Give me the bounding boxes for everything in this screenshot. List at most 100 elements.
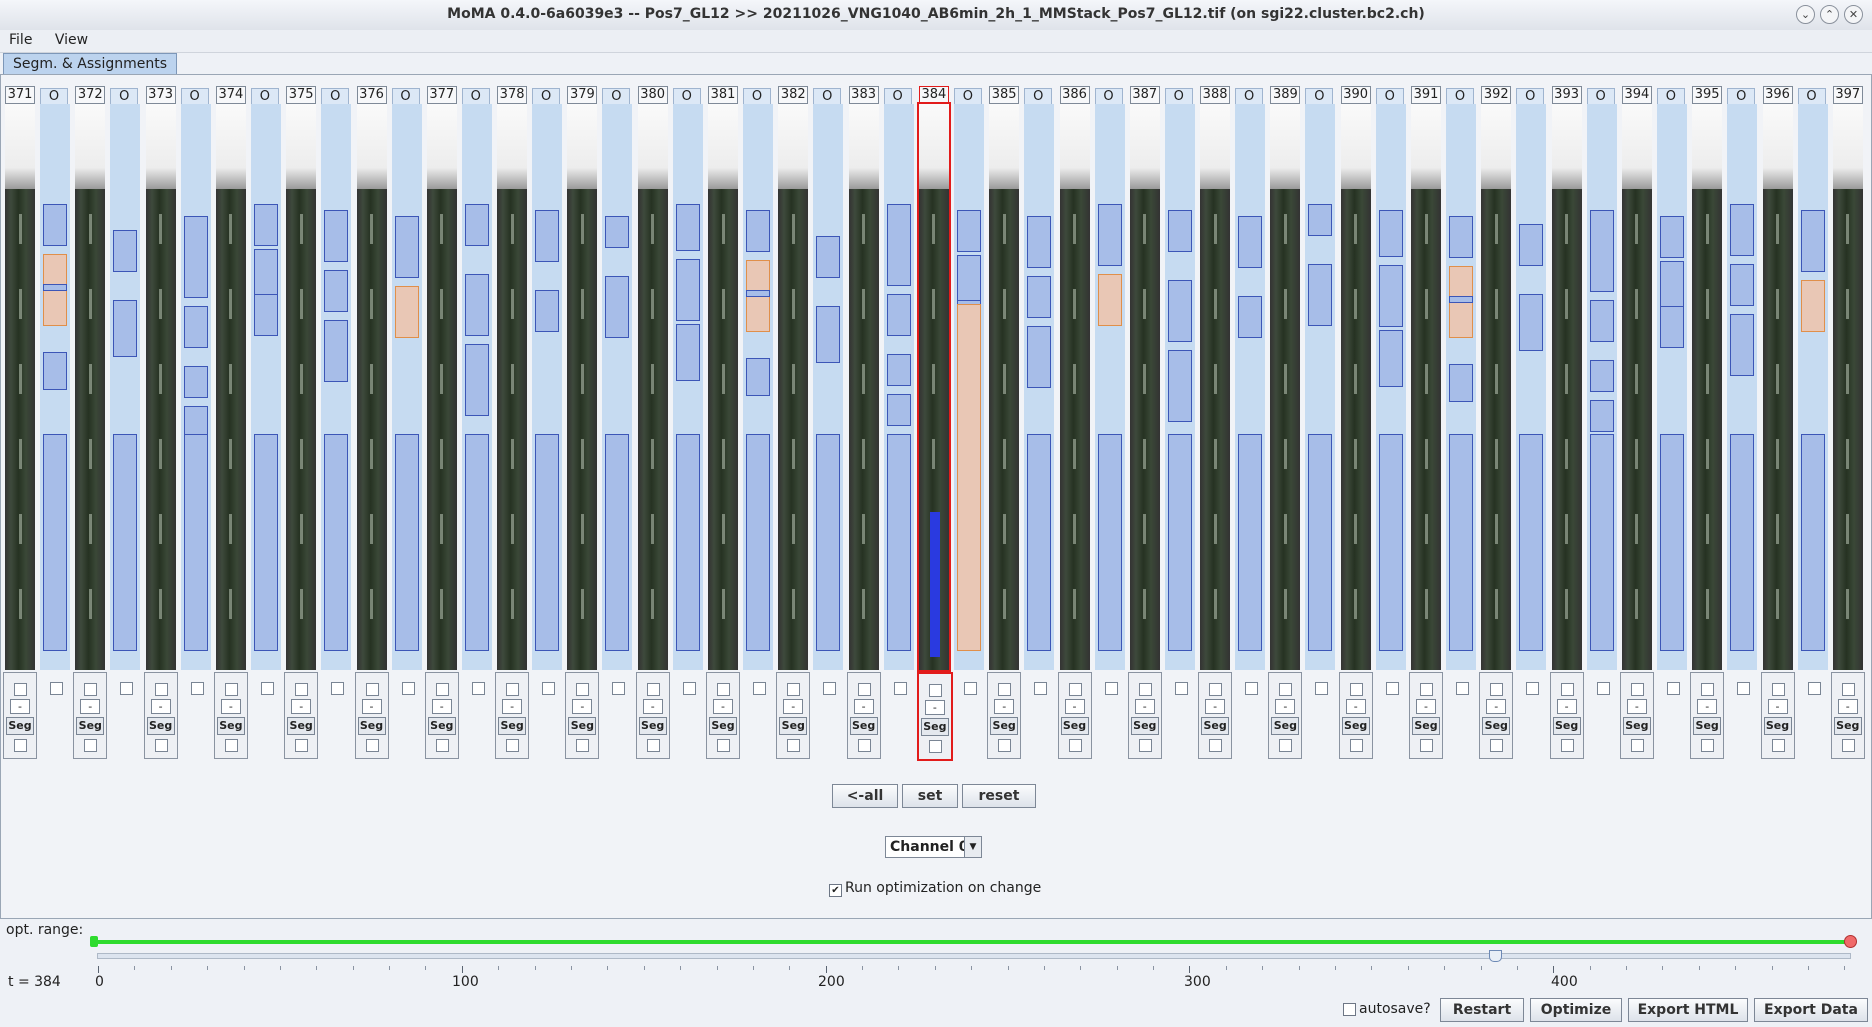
segment-hypothesis[interactable]: [816, 434, 841, 651]
frame-lock-checkbox[interactable]: [928, 740, 942, 753]
frame-lock-checkbox[interactable]: [14, 739, 27, 752]
segment-hypothesis[interactable]: [1730, 434, 1755, 651]
assignment-panel[interactable]: [180, 104, 211, 670]
frame-checkbox[interactable]: [1771, 683, 1785, 696]
assignment-checkbox[interactable]: [1807, 682, 1821, 695]
assignment-panel[interactable]: [953, 104, 984, 670]
assignment-panel[interactable]: [602, 104, 633, 670]
range-end-handle[interactable]: [1844, 935, 1857, 948]
frame-checkbox[interactable]: [435, 683, 449, 696]
segment-hypothesis[interactable]: [1238, 296, 1263, 338]
frame-image[interactable]: [708, 104, 738, 670]
segment-count-field[interactable]: -: [572, 699, 593, 714]
assignment-checkbox[interactable]: [471, 682, 485, 695]
segment-hypothesis[interactable]: [324, 210, 349, 262]
frame-image[interactable]: [215, 104, 246, 670]
segment-hypothesis[interactable]: [324, 434, 349, 651]
seg-button[interactable]: Seg: [498, 717, 527, 735]
assignment-checkbox[interactable]: [682, 682, 696, 695]
frame-lock-checkbox[interactable]: [224, 739, 238, 752]
assignment-checkbox[interactable]: [331, 682, 345, 695]
set-button[interactable]: set: [902, 784, 958, 808]
frame-lock-checkbox[interactable]: [435, 739, 449, 752]
frame-checkbox[interactable]: [1630, 683, 1644, 696]
assignment-checkbox[interactable]: [190, 682, 204, 695]
assignment-panel[interactable]: [40, 104, 70, 670]
assignment-checkbox[interactable]: [260, 682, 274, 695]
segment-count-field[interactable]: -: [291, 699, 312, 714]
assignment-panel[interactable]: [532, 104, 563, 670]
assignment-checkbox[interactable]: [1596, 682, 1610, 695]
segment-hypothesis[interactable]: [394, 216, 419, 278]
frame-lock-checkbox[interactable]: [857, 739, 871, 752]
segment-hypothesis[interactable]: [253, 434, 278, 651]
segment-hypothesis[interactable]: [1659, 434, 1684, 651]
segment-count-field[interactable]: -: [220, 699, 241, 714]
time-slider[interactable]: [97, 953, 1851, 959]
chevron-down-icon[interactable]: ▼: [964, 837, 981, 857]
segment-count-field[interactable]: -: [1837, 699, 1858, 714]
segment-hypothesis[interactable]: [1097, 204, 1122, 266]
segment-hypothesis[interactable]: [675, 324, 700, 381]
frame-image[interactable]: [145, 104, 176, 670]
assignment-panel[interactable]: [1727, 104, 1758, 670]
segment-hypothesis[interactable]: [1238, 434, 1263, 651]
menu-view[interactable]: View: [46, 30, 97, 50]
seg-button[interactable]: Seg: [287, 717, 316, 735]
frame-lock-checkbox[interactable]: [365, 739, 379, 752]
close-icon[interactable]: ✕: [1844, 5, 1863, 24]
segment-hypothesis[interactable]: [1027, 326, 1052, 388]
assignment-checkbox[interactable]: [1245, 682, 1259, 695]
segment-hypothesis[interactable]: [886, 394, 911, 426]
minimize-icon[interactable]: ⌄: [1796, 5, 1815, 24]
seg-button[interactable]: Seg: [638, 717, 667, 735]
segment-hypothesis[interactable]: [1800, 434, 1825, 651]
segment-count-field[interactable]: -: [150, 699, 171, 714]
frame-image[interactable]: [426, 104, 457, 670]
frame-checkbox[interactable]: [506, 683, 520, 696]
segment-hypothesis[interactable]: [1589, 210, 1614, 292]
segment-count-field[interactable]: -: [1064, 699, 1085, 714]
segment-hypothesis[interactable]: [464, 434, 489, 651]
assignment-checkbox[interactable]: [1456, 682, 1469, 695]
frame-lock-checkbox[interactable]: [1490, 739, 1504, 752]
segment-hypothesis[interactable]: [1027, 276, 1052, 318]
segment-hypothesis[interactable]: [605, 276, 630, 338]
seg-button[interactable]: Seg: [1693, 717, 1722, 735]
assignment-checkbox[interactable]: [120, 682, 134, 695]
frame-image[interactable]: [1270, 104, 1301, 670]
segment-hypothesis[interactable]: [113, 230, 138, 272]
frame-lock-checkbox[interactable]: [506, 739, 520, 752]
assignment-panel[interactable]: [1164, 104, 1195, 670]
assignment-panel[interactable]: [1024, 104, 1055, 670]
seg-button[interactable]: Seg: [709, 717, 737, 735]
frame-image[interactable]: [1762, 104, 1793, 670]
segment-hypothesis[interactable]: [1449, 364, 1473, 402]
assignment-panel[interactable]: [1586, 104, 1617, 670]
segment-count-field[interactable]: -: [1626, 699, 1647, 714]
segment-hypothesis[interactable]: [816, 306, 841, 363]
frame-checkbox[interactable]: [1701, 683, 1715, 696]
frame-image[interactable]: [5, 104, 35, 670]
segment-hypothesis[interactable]: [675, 204, 700, 251]
frame-checkbox[interactable]: [1068, 683, 1082, 696]
segment-count-field[interactable]: -: [361, 699, 382, 714]
channel-select[interactable]: Channel 0 ▼: [885, 836, 982, 858]
assignment-checkbox[interactable]: [401, 682, 415, 695]
segment-hypothesis[interactable]: [43, 352, 67, 390]
frame-lock-checkbox[interactable]: [1420, 739, 1433, 752]
segment-hypothesis[interactable]: [1449, 296, 1473, 303]
segment-hypothesis[interactable]: [1800, 210, 1825, 272]
segment-hypothesis[interactable]: [746, 290, 770, 297]
run-optimization-checkbox[interactable]: ✔: [829, 884, 842, 897]
segment-hypothesis[interactable]: [324, 320, 349, 382]
seg-button[interactable]: Seg: [1130, 717, 1159, 735]
segment-hypothesis[interactable]: [1097, 274, 1122, 326]
range-start-handle[interactable]: [90, 936, 98, 947]
frame-image[interactable]: [637, 104, 668, 670]
segment-hypothesis[interactable]: [1308, 434, 1333, 651]
frame-checkbox[interactable]: [154, 683, 168, 696]
segment-hypothesis[interactable]: [956, 210, 981, 252]
frame-checkbox[interactable]: [1841, 683, 1855, 696]
assignment-panel[interactable]: [1305, 104, 1336, 670]
